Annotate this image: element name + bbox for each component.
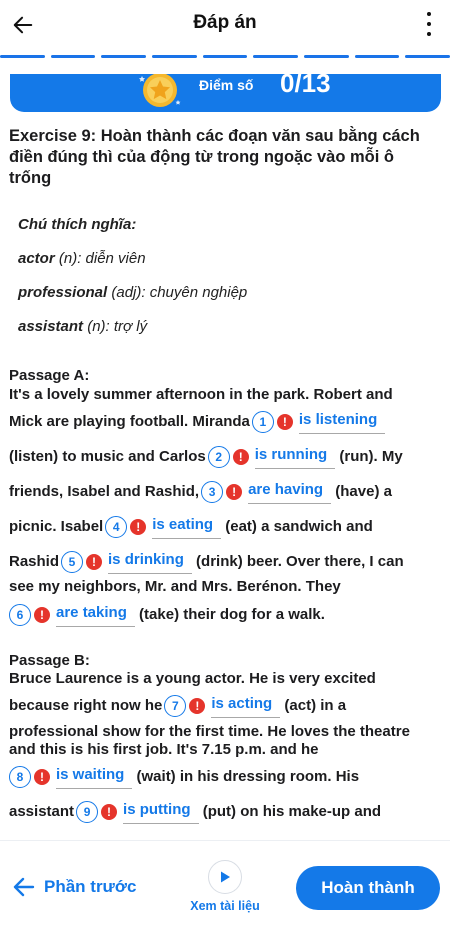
warning-icon: ! bbox=[226, 484, 243, 500]
warning-icon: ! bbox=[34, 769, 50, 785]
passage-line: picnic. Isabel 4! is eating (eat) a sandwi… bbox=[9, 515, 373, 539]
warning-icon: ! bbox=[34, 607, 50, 623]
blank-number: 5 bbox=[61, 551, 84, 573]
exercise-title: Exercise 9: Hoàn thành các đoạn văn sau … bbox=[9, 127, 420, 187]
score-banner: Điểm số 0/13 bbox=[10, 74, 441, 112]
score-label: Điểm số bbox=[199, 77, 254, 93]
warning-icon: ! bbox=[232, 449, 249, 465]
blank-number: 2 bbox=[207, 446, 230, 468]
passage-line: because right now he 7! is acting (act) in… bbox=[9, 694, 346, 718]
glossary-item: professional (adj): chuyên nghiệp bbox=[18, 284, 248, 301]
answer-field[interactable]: is running bbox=[254, 445, 336, 469]
view-documents-button[interactable]: Xem tài liệu bbox=[185, 860, 265, 920]
answer-field[interactable]: is putting bbox=[123, 800, 199, 824]
glossary-item: assistant (n): trợ lý bbox=[18, 318, 148, 335]
passage-text: It's a lovely summer afternoon in the pa… bbox=[9, 386, 393, 403]
blank-number: 8 bbox=[9, 766, 31, 788]
passage-line: Rashid 5! is drinking (drink) beer. Over t… bbox=[9, 550, 404, 574]
warning-icon: ! bbox=[86, 554, 103, 570]
previous-section-label: Phần trước bbox=[44, 877, 137, 896]
passage-line: Mick are playing football. Miranda 1! is l… bbox=[9, 410, 386, 434]
passage-text: see my neighbors, Mr. and Mrs. Berénon. … bbox=[9, 578, 341, 595]
answer-field[interactable]: is waiting bbox=[56, 765, 133, 789]
previous-section-button[interactable]: Phần trước bbox=[12, 872, 136, 902]
blank-number: 1 bbox=[251, 411, 274, 433]
play-icon bbox=[221, 871, 230, 883]
blank-number: 9 bbox=[76, 801, 99, 823]
star-medal-icon bbox=[139, 74, 181, 107]
passage-text: professional show for the first time. He… bbox=[9, 723, 410, 740]
warning-icon: ! bbox=[130, 519, 147, 535]
question-progress-bar bbox=[0, 55, 450, 59]
passage-line: 6! are taking (take) their dog for a walk… bbox=[9, 603, 325, 627]
warning-icon: ! bbox=[276, 414, 293, 430]
passage-line: friends, Isabel and Rashid, 3! are having … bbox=[9, 480, 392, 504]
glossary-heading: Chú thích nghĩa: bbox=[18, 216, 137, 233]
more-options-button[interactable] bbox=[422, 12, 436, 36]
blank-number: 7 bbox=[164, 695, 187, 717]
passage-line: (listen) to music and Carlos 2! is running… bbox=[9, 445, 403, 469]
blank-number: 3 bbox=[201, 481, 224, 503]
blank-number: 6 bbox=[9, 604, 31, 626]
answer-field[interactable]: are taking bbox=[56, 603, 135, 627]
warning-icon: ! bbox=[189, 698, 206, 714]
answer-field[interactable]: is drinking bbox=[108, 550, 192, 574]
glossary-item: actor (n): diễn viên bbox=[18, 250, 146, 267]
passage-line: 8! is waiting (wait) in his dressing room… bbox=[9, 765, 359, 789]
passage-text: Bruce Laurence is a young actor. He is v… bbox=[9, 670, 376, 687]
passage-heading: Passage B: bbox=[9, 652, 90, 669]
passage-heading: Passage A: bbox=[9, 367, 90, 384]
glossary: Chú thích nghĩa: actor (n): diễn viên pr… bbox=[18, 214, 428, 350]
blank-number: 4 bbox=[105, 516, 128, 538]
finish-button[interactable]: Hoàn thành bbox=[296, 866, 440, 910]
passage-line: assistant 9! is putting (put) on his make-… bbox=[9, 800, 381, 824]
play-button-circle bbox=[208, 860, 242, 894]
top-bar: Đáp án bbox=[0, 0, 450, 50]
score-value: 0/13 bbox=[280, 74, 331, 98]
more-vertical-icon bbox=[427, 12, 431, 16]
view-documents-label: Xem tài liệu bbox=[190, 899, 260, 913]
answer-field[interactable]: is acting bbox=[211, 694, 281, 718]
answer-field[interactable]: are having bbox=[248, 480, 332, 504]
page-title: Đáp án bbox=[193, 12, 257, 33]
passage-text: and this is his first job. It's 7.15 p.m… bbox=[9, 741, 319, 758]
answer-field[interactable]: is eating bbox=[152, 515, 222, 539]
arrow-left-icon bbox=[13, 877, 35, 897]
answer-field[interactable]: is listening bbox=[298, 410, 386, 434]
warning-icon: ! bbox=[101, 804, 118, 820]
footer-divider bbox=[0, 840, 450, 841]
